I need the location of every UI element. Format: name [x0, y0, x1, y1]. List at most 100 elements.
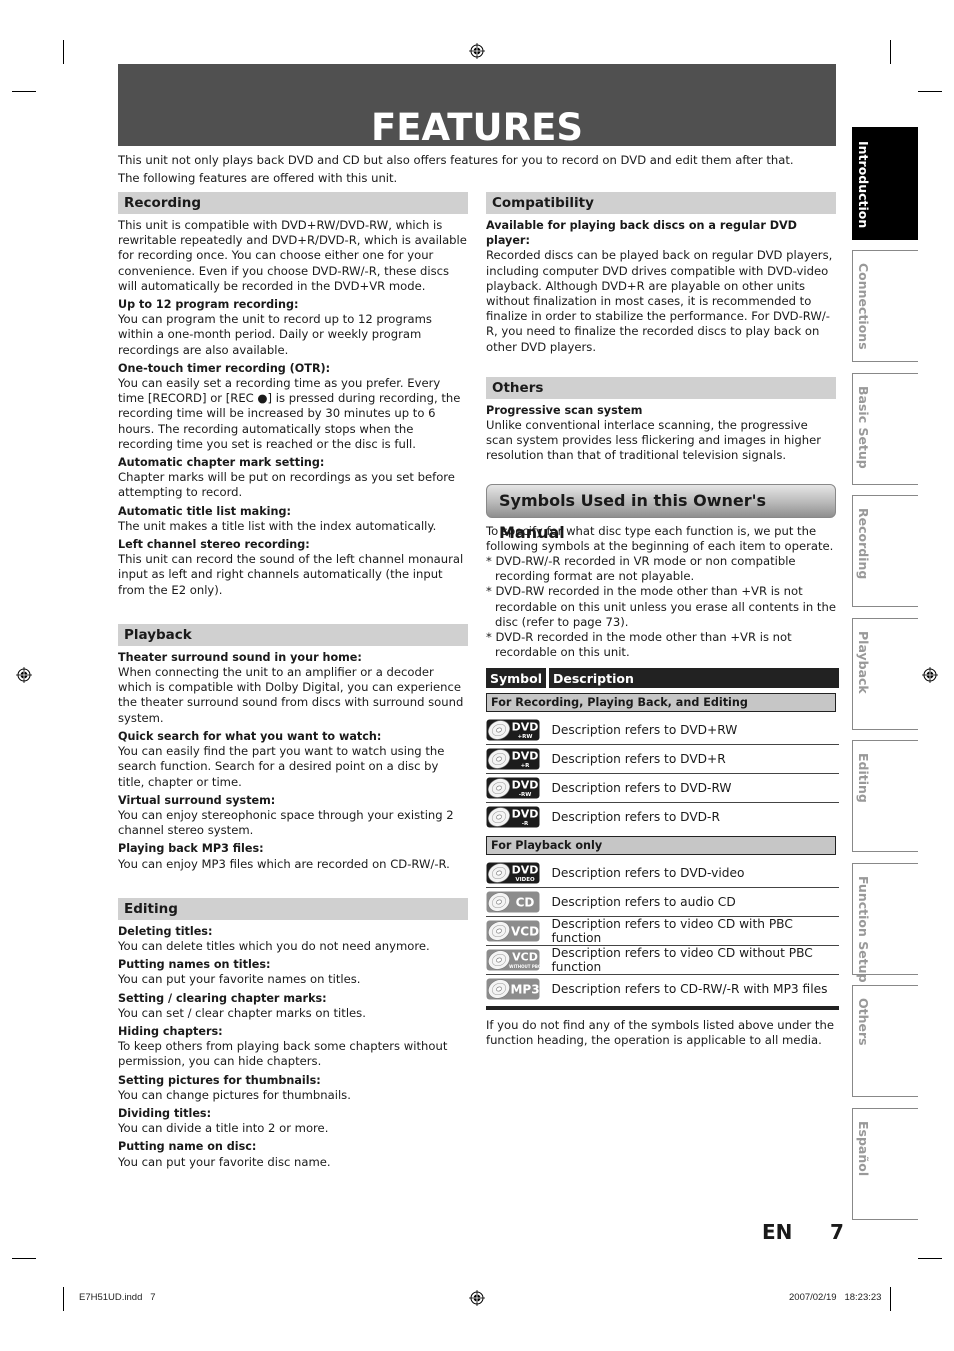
table-row: VCD WITHOUT PBC Description refers to vide… — [486, 945, 839, 976]
section-lead: This unit is compatible with DVD+RW/DVD-… — [118, 218, 467, 293]
table-row: DVD VIDEO Description refers to DVD-video — [486, 859, 839, 889]
feature-list: Available for playing back discs on a re… — [486, 218, 836, 355]
svg-text:VIDEO: VIDEO — [515, 877, 535, 883]
section-compatibility: Compatibility Available for playing back… — [486, 192, 836, 355]
dvd-video-icon: DVDVIDEO — [486, 862, 540, 884]
symbol-cell: DVD +RW — [486, 716, 548, 746]
symbol-cell: DVD +R — [486, 744, 548, 775]
feature-title: Dividing titles: — [118, 1106, 212, 1120]
feature-title: Putting name on disc: — [118, 1140, 257, 1154]
vcd-pbc-icon: VCD — [486, 920, 540, 942]
feature-item: Automatic title list making: The unit mak… — [118, 504, 468, 534]
feature-title: Automatic chapter mark setting: — [118, 456, 325, 470]
feature-title: Left channel stereo recording: — [118, 538, 310, 552]
table-row: MP3 Description refers to CD-RW/-R with M… — [486, 975, 839, 1004]
svg-text:DVD: DVD — [512, 721, 539, 734]
table-row: DVD +RW Description refers to DVD+RW — [486, 716, 839, 746]
table-row: VCD Description refers to video CD with P… — [486, 916, 839, 947]
feature-description: You can put your favorite names on title… — [118, 972, 361, 987]
svg-text:-RW: -RW — [519, 792, 532, 798]
feature-title: Progressive scan system — [486, 403, 643, 417]
feature-description: You can delete titles which you do not n… — [118, 938, 430, 953]
feature-list: Theater surround sound in your home: When… — [118, 650, 468, 872]
feature-item: Automatic chapter mark setting: Chapter m… — [118, 455, 468, 501]
chapter-tab-introduction[interactable]: Introduction — [852, 128, 918, 240]
chapter-tab-playback[interactable]: Playback — [852, 618, 918, 730]
intro-line: The following features are offered with … — [118, 171, 398, 185]
chapter-tab-function-setup[interactable]: Function Setup — [852, 863, 918, 983]
crop-mark — [890, 1287, 891, 1311]
category-label: For Recording, Playing Back, and Editing — [486, 693, 836, 713]
symbols-heading: Symbols Used in this Owner's Manual — [486, 483, 836, 542]
symbol-cell: MP3 — [486, 975, 548, 1004]
feature-item: Quick search for what you want to watch:… — [118, 729, 468, 790]
feature-title: Setting pictures for thumbnails: — [118, 1073, 321, 1087]
chapter-tab-editing[interactable]: Editing — [852, 740, 918, 852]
svg-text:DVD: DVD — [512, 864, 539, 877]
chapter-tab-label: Connections — [856, 263, 871, 350]
chapter-tab-others[interactable]: Others — [852, 985, 918, 1097]
description-cell: Description refers to DVD+RW — [547, 716, 839, 746]
symbols-lead: To specify for what disc type each funct… — [486, 523, 834, 553]
section-editing: Editing Deleting titles: You can delete t… — [118, 897, 468, 1170]
feature-item: One-touch timer recording (OTR): You can … — [118, 361, 468, 452]
table-category-row: For Playback only — [486, 831, 839, 859]
feature-description: You can set / clear chapter marks on tit… — [118, 1005, 366, 1020]
section-heading: Editing — [118, 897, 468, 920]
feature-description: Recorded discs can be played back on reg… — [486, 248, 833, 354]
chapter-tab-connections[interactable]: Connections — [852, 250, 918, 362]
registration-mark-icon — [922, 667, 938, 683]
svg-text:DVD: DVD — [512, 779, 539, 792]
crop-mark — [63, 40, 64, 64]
symbol-cell: DVD VIDEO — [486, 859, 548, 889]
feature-title: Up to 12 program recording: — [118, 298, 299, 312]
feature-description: When connecting the unit to an amplifier… — [118, 665, 464, 725]
table-bottom-rule — [486, 1006, 839, 1011]
audio-cd-icon: CD — [486, 891, 540, 913]
svg-text:-R: -R — [522, 821, 529, 827]
registration-mark-icon — [16, 667, 32, 683]
feature-list: Up to 12 program recording: You can progr… — [118, 297, 468, 598]
dvd-minus-r-icon: DVD-R — [486, 806, 540, 828]
svg-text:+RW: +RW — [518, 734, 533, 740]
slug-file: E7H51UD.indd 7 — [79, 1292, 156, 1303]
feature-item: Left channel stereo recording: This unit … — [118, 537, 468, 598]
section-others: Others Progressive scan system Unlike con… — [486, 376, 836, 464]
feature-description: You can easily find the part you want to… — [118, 744, 445, 789]
left-column: Recording This unit is compatible with D… — [118, 192, 468, 1170]
category-label: For Playback only — [486, 836, 836, 856]
svg-text:DVD: DVD — [512, 750, 539, 763]
feature-title: Hiding chapters: — [118, 1024, 223, 1038]
section-heading: Compatibility — [486, 192, 836, 214]
feature-description: You can divide a title into 2 or more. — [118, 1121, 329, 1136]
chapter-tab-basic-setup[interactable]: Basic Setup — [852, 373, 918, 485]
feature-item: Playing back MP3 files: You can enjoy MP3… — [118, 841, 468, 871]
feature-description: Chapter marks will be put on recordings … — [118, 470, 455, 500]
chapter-tab-recording[interactable]: Recording — [852, 495, 918, 607]
chapter-tab-espa-ol[interactable]: Español — [852, 1108, 918, 1220]
description-cell: Description refers to CD-RW/-R with MP3 … — [551, 982, 828, 997]
description-cell: Description refers to DVD-video — [547, 859, 839, 889]
svg-text:CD: CD — [516, 896, 535, 910]
chapter-tab-label: Basic Setup — [856, 386, 871, 469]
feature-item: Dividing titles: You can divide a title i… — [118, 1106, 468, 1136]
registration-mark-icon — [469, 1290, 485, 1306]
header-symbol: Symbol — [486, 668, 549, 689]
description-cell: Description refers to video CD without P… — [547, 945, 839, 976]
crop-mark — [63, 1287, 64, 1311]
feature-title: Theater surround sound in your home: — [118, 650, 362, 664]
symbols-note: * DVD-R recorded in the mode other than … — [486, 630, 792, 660]
chapter-tab-label: Español — [856, 1121, 871, 1177]
table-category-row: For Recording, Playing Back, and Editing — [486, 688, 839, 716]
feature-item: Hiding chapters: To keep others from play… — [118, 1024, 468, 1070]
section-heading: Playback — [118, 623, 468, 646]
feature-description: You can change pictures for thumbnails. — [118, 1087, 351, 1102]
title-banner: FEATURES — [118, 64, 836, 149]
header-description: Description — [547, 668, 839, 689]
feature-item: Up to 12 program recording: You can progr… — [118, 297, 468, 358]
feature-title: Automatic title list making: — [118, 504, 291, 518]
feature-item: Setting / clearing chapter marks: You can… — [118, 991, 468, 1021]
symbol-cell: VCD WITHOUT PBC — [486, 945, 548, 976]
feature-item: Theater surround sound in your home: When… — [118, 650, 468, 726]
chapter-tab-label: Editing — [856, 753, 871, 803]
